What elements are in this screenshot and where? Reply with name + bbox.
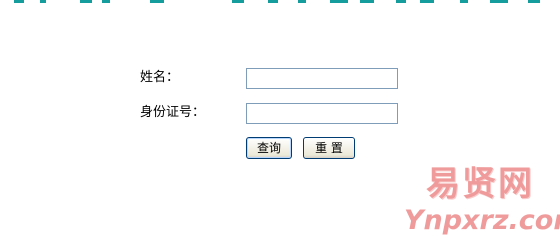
query-button[interactable]: 查询	[246, 137, 292, 159]
id-number-label: 身份证号：	[140, 105, 206, 120]
reset-button[interactable]: 重 置	[303, 137, 355, 159]
name-input[interactable]	[246, 68, 398, 89]
name-label: 姓名：	[140, 70, 180, 85]
id-number-input[interactable]	[246, 103, 398, 124]
watermark-logo: 易贤网 Ynpxrz.com	[404, 164, 560, 244]
watermark-chinese: 易贤网	[426, 164, 534, 204]
cropped-heading	[0, 0, 560, 8]
watermark-url: Ynpxrz.com	[404, 205, 560, 236]
